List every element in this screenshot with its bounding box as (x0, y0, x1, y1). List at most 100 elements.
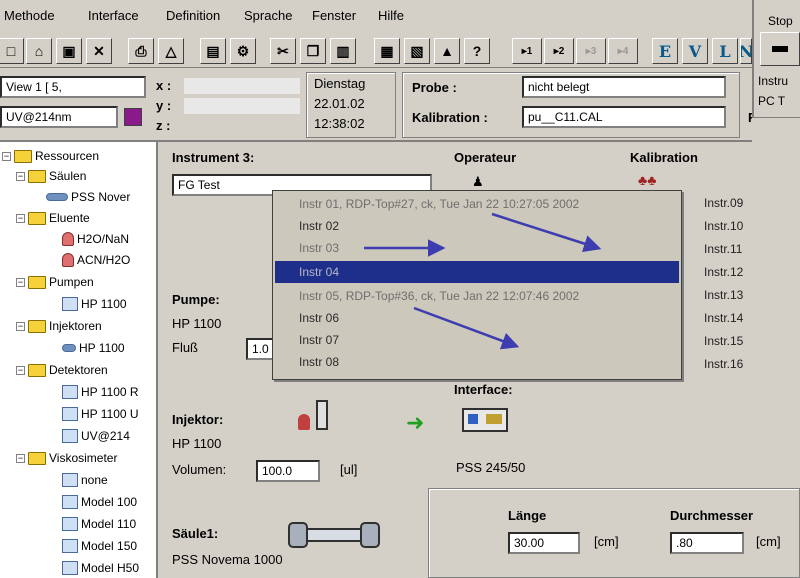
dropdown-item-3[interactable]: Instr 03 (275, 237, 679, 259)
tree-item[interactable]: Model H50 (62, 558, 139, 578)
print-icon[interactable]: ⎙ (128, 38, 154, 64)
folder-icon (28, 275, 46, 289)
folder-icon (28, 319, 46, 333)
detector-icon (62, 407, 78, 421)
viscometer-icon (62, 561, 78, 575)
laenge-unit: [cm] (594, 534, 619, 549)
tree-group-viskosimeter[interactable]: − Viskosimeter (16, 448, 117, 468)
dropdown-item-8[interactable]: Instr 08 (275, 351, 679, 373)
menu-hilfe[interactable]: Hilfe (378, 8, 404, 23)
volumen-field[interactable]: 100.0 (256, 460, 320, 482)
instrument-1-button[interactable]: ▸ 1 (512, 38, 542, 64)
instrument-option-15[interactable]: Instr.15 (704, 334, 743, 348)
collapse-icon[interactable]: − (16, 277, 25, 287)
instrument-2-button[interactable]: ▸ 2 (544, 38, 574, 64)
instrument-4-button[interactable]: ▸ 4 (608, 38, 638, 64)
column-icon (46, 193, 68, 201)
tree-item[interactable]: PSS Nover (46, 187, 130, 207)
report-icon[interactable]: ▤ (200, 38, 226, 64)
dropdown-item-selected[interactable]: Instr 04 (275, 261, 679, 283)
status-strip: View 1 [ 5, UV@214nm x : y : z : Diensta… (0, 70, 752, 142)
menu-interface[interactable]: Interface (88, 8, 139, 23)
durchmesser-field[interactable]: .80 (670, 532, 744, 554)
cut-icon[interactable]: ✂ (270, 38, 296, 64)
kalibration-field[interactable]: pu__C11.CAL (522, 106, 726, 128)
window-icon[interactable]: ▦ (374, 38, 400, 64)
folder-icon (28, 363, 46, 377)
chart-icon[interactable]: ▲ (434, 38, 460, 64)
tree-item[interactable]: HP 1100 (62, 338, 125, 358)
probe-field[interactable]: nicht belegt (522, 76, 726, 98)
tree-item[interactable]: HP 1100 U (62, 404, 139, 424)
new-file-icon[interactable]: □ (0, 38, 24, 64)
save-icon[interactable]: ▣ (56, 38, 82, 64)
menu-fenster[interactable]: Fenster (312, 8, 356, 23)
e-button[interactable]: E (652, 38, 678, 64)
v-button[interactable]: V (682, 38, 708, 64)
collapse-icon[interactable]: − (16, 321, 25, 331)
detector-color-swatch[interactable] (124, 108, 142, 126)
tree-group-injektoren[interactable]: − Injektoren (16, 316, 102, 336)
settings-icon[interactable]: ⚙ (230, 38, 256, 64)
collapse-icon[interactable]: − (16, 171, 25, 181)
edit-window-icon[interactable]: ▧ (404, 38, 430, 64)
collapse-icon[interactable]: − (16, 213, 25, 223)
interface-icon (462, 408, 508, 432)
stop-button[interactable] (760, 32, 800, 66)
close-icon[interactable]: ✕ (86, 38, 112, 64)
tree-root[interactable]: − Ressourcen (2, 146, 99, 166)
l-button[interactable]: L (712, 38, 738, 64)
collapse-icon[interactable]: − (16, 365, 25, 375)
interface-label: Interface: (454, 382, 513, 397)
tree-item[interactable]: Model 150 (62, 536, 137, 556)
menu-methode[interactable]: Methode (4, 8, 55, 23)
tree-item[interactable]: none (62, 470, 108, 490)
collapse-icon[interactable]: − (2, 151, 11, 161)
instrument-option-13[interactable]: Instr.13 (704, 288, 743, 302)
folder-icon (28, 169, 46, 183)
menu-sprache[interactable]: Sprache (244, 8, 292, 23)
tree-item[interactable]: UV@214 (62, 426, 130, 446)
injector-icon (62, 344, 76, 352)
help-icon[interactable]: ? (464, 38, 490, 64)
tree-group-saeulen[interactable]: − Säulen (16, 166, 86, 186)
dropdown-item-6[interactable]: Instr 06 (275, 307, 679, 329)
laenge-field[interactable]: 30.00 (508, 532, 580, 554)
collapse-icon[interactable]: − (16, 453, 25, 463)
saeule-value: PSS Novema 1000 (172, 552, 283, 567)
n-button[interactable]: N (740, 38, 752, 64)
detector-field[interactable]: UV@214nm (0, 106, 118, 128)
instrument-option-12[interactable]: Instr.12 (704, 265, 743, 279)
folder-icon (28, 211, 46, 225)
tree-item[interactable]: H2O/NaN (62, 229, 129, 249)
menu-definition[interactable]: Definition (166, 8, 220, 23)
view-field[interactable]: View 1 [ 5, (0, 76, 146, 98)
tree-group-eluente[interactable]: − Eluente (16, 208, 90, 228)
instrument-3-button[interactable]: ▸ 3 (576, 38, 606, 64)
tree-item[interactable]: Model 110 (62, 514, 136, 534)
flask-icon[interactable]: △ (158, 38, 184, 64)
instrument-option-14[interactable]: Instr.14 (704, 311, 743, 325)
dropdown-item-1[interactable]: Instr 01, RDP-Top#27, ck, Tue Jan 22 10:… (275, 193, 679, 215)
tree-group-pumpen[interactable]: − Pumpen (16, 272, 94, 292)
instrument-option-11[interactable]: Instr.11 (704, 242, 742, 256)
tree-item[interactable]: Model 100 (62, 492, 137, 512)
dropdown-item-7[interactable]: Instr 07 (275, 329, 679, 351)
tree-item[interactable]: HP 1100 R (62, 382, 139, 402)
dropdown-item-5[interactable]: Instr 05, RDP-Top#36, ck, Tue Jan 22 12:… (275, 285, 679, 307)
tree-item[interactable]: HP 1100 (62, 294, 127, 314)
instrument-option-16[interactable]: Instr.16 (704, 357, 743, 371)
stop-pc-label: PC T (758, 94, 786, 108)
copy-icon[interactable]: ❐ (300, 38, 326, 64)
dropdown-item-2[interactable]: Instr 02 (275, 215, 679, 237)
time-text: 12:38:02 (314, 116, 365, 131)
instrument-option-9[interactable]: Instr.09 (704, 196, 743, 210)
tree-item[interactable]: ACN/H2O (62, 250, 130, 270)
toolbar: □ ⌂ ▣ ✕ ⎙ △ ▤ ⚙ ✂ ❐ ▥ ▦ ▧ ▲ ? ▸ 1 ▸ 2 ▸ 3 ▸… (0, 34, 752, 68)
kalibration-header: Kalibration (630, 150, 698, 165)
instrument-option-10[interactable]: Instr.10 (704, 219, 743, 233)
tree-group-detektoren[interactable]: − Detektoren (16, 360, 108, 380)
paste-icon[interactable]: ▥ (330, 38, 356, 64)
bottle-icon (62, 232, 74, 246)
open-folder-icon[interactable]: ⌂ (26, 38, 52, 64)
